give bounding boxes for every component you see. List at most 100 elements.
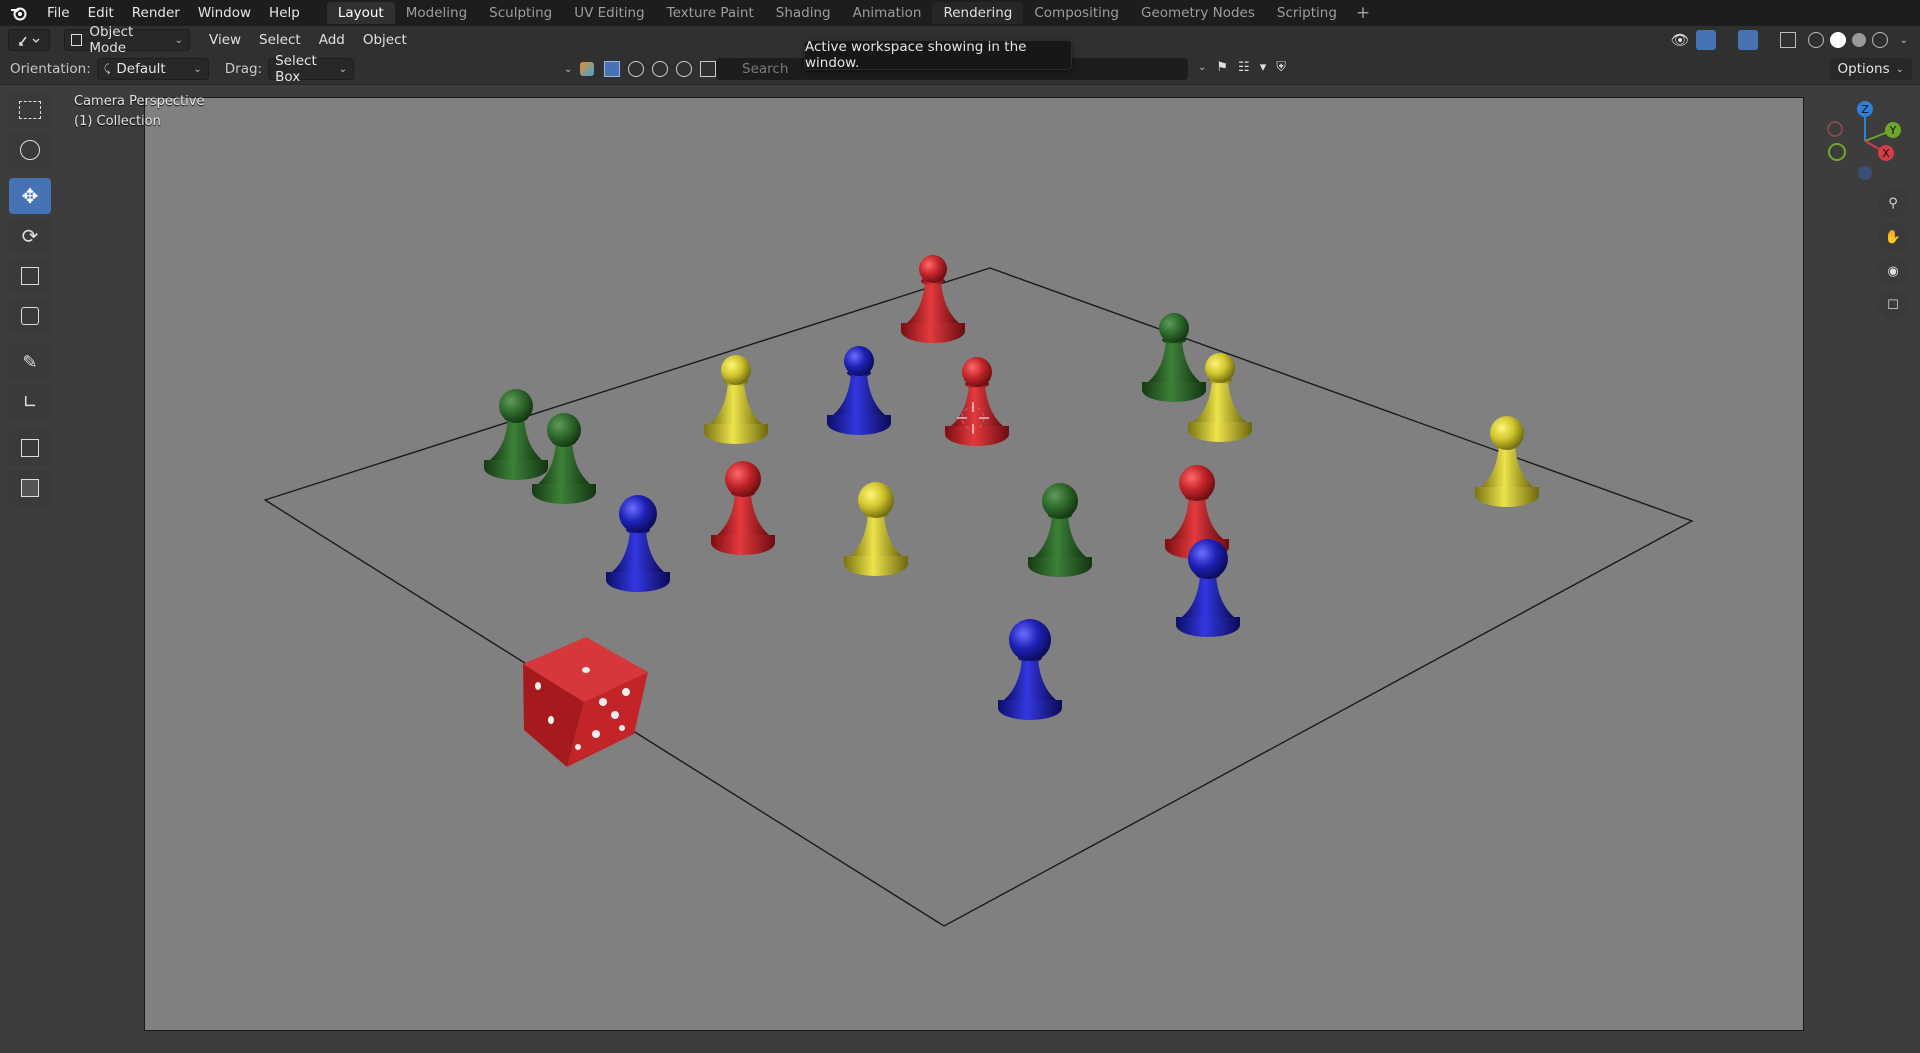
shading-controls: 👁 ⌄ bbox=[1671, 30, 1908, 50]
neg-x-axis-icon[interactable] bbox=[1827, 121, 1843, 137]
pawn-red bbox=[711, 461, 775, 555]
y-axis-label: Y bbox=[1889, 124, 1897, 137]
editor-type-icon bbox=[19, 36, 40, 46]
header-view-menu[interactable]: View bbox=[200, 32, 250, 48]
tab-layout[interactable]: Layout bbox=[326, 2, 395, 24]
select-mode-icon[interactable] bbox=[604, 61, 621, 77]
chevron-down-icon[interactable]: ⌄ bbox=[1198, 62, 1206, 73]
chevron-down-icon: ⌄ bbox=[193, 63, 202, 75]
pawn-red bbox=[945, 357, 1009, 446]
blender-logo-icon[interactable] bbox=[8, 2, 30, 24]
menu-edit[interactable]: Edit bbox=[79, 2, 123, 24]
editor-type-button[interactable] bbox=[8, 29, 50, 51]
annotate-tool[interactable]: ✎ bbox=[9, 344, 51, 380]
filter-controls: ⌄ ⚑ ☷ ▾ ⛨ bbox=[1192, 60, 1286, 75]
pan-button[interactable]: ✋ bbox=[1878, 222, 1908, 252]
camera-frame[interactable] bbox=[144, 97, 1804, 1031]
measure-tool[interactable]: ∟ bbox=[9, 384, 51, 420]
viewport-collection-label: (1) Collection bbox=[74, 114, 161, 129]
pawn-blue bbox=[998, 619, 1062, 720]
hierarchy-icon[interactable]: ☷ bbox=[1238, 60, 1250, 75]
wireframe-shading-icon[interactable] bbox=[1807, 32, 1824, 48]
pawn-yellow bbox=[704, 355, 768, 444]
neg-y-axis-icon[interactable] bbox=[1828, 143, 1846, 161]
scene-render bbox=[263, 255, 1694, 927]
tab-compositing[interactable]: Compositing bbox=[1023, 2, 1130, 24]
header-object-menu[interactable]: Object bbox=[354, 32, 416, 48]
mode-dropdown[interactable]: Object Mode ⌄ bbox=[64, 24, 190, 56]
lock-icon: ☐ bbox=[1887, 297, 1899, 313]
world-icon[interactable] bbox=[676, 61, 693, 77]
menu-render[interactable]: Render bbox=[123, 2, 189, 24]
material-icon[interactable] bbox=[652, 61, 669, 77]
camera-view-button[interactable]: ◉ bbox=[1878, 256, 1908, 286]
orientation-dropdown[interactable]: ⤹ Default ⌄ bbox=[96, 58, 209, 80]
object-mode-icon bbox=[71, 34, 83, 46]
rotate-icon: ⟳ bbox=[21, 224, 39, 248]
rotate-tool[interactable]: ⟳ bbox=[9, 218, 51, 254]
cursor-tool[interactable] bbox=[9, 132, 51, 168]
render-icon[interactable] bbox=[628, 61, 645, 77]
shield-icon[interactable]: ⛨ bbox=[1276, 60, 1286, 75]
move-icon: ✥ bbox=[21, 184, 39, 208]
xray-icon[interactable] bbox=[1779, 32, 1796, 48]
scale-tool[interactable] bbox=[9, 258, 51, 294]
menu-help[interactable]: Help bbox=[260, 2, 309, 24]
transform-tool[interactable] bbox=[9, 298, 51, 334]
select-box-tool[interactable] bbox=[9, 92, 51, 128]
add-cube-icon bbox=[21, 439, 39, 457]
solid-shading-icon[interactable] bbox=[1829, 32, 1846, 48]
tab-shading[interactable]: Shading bbox=[765, 2, 842, 24]
select-box-icon bbox=[19, 101, 41, 119]
tab-sculpting[interactable]: Sculpting bbox=[478, 2, 563, 24]
scene-icon[interactable] bbox=[580, 62, 595, 76]
pencil-icon: ✎ bbox=[22, 351, 38, 373]
drag-dropdown[interactable]: Select Box ⌄ bbox=[268, 53, 355, 85]
add-cube-tool[interactable] bbox=[9, 430, 51, 466]
add-object-tool[interactable] bbox=[9, 470, 51, 506]
pawn-green bbox=[532, 413, 596, 504]
overlay-toggle-icon[interactable] bbox=[1737, 30, 1758, 50]
header-add-menu[interactable]: Add bbox=[310, 32, 354, 48]
tab-geometry-nodes[interactable]: Geometry Nodes bbox=[1130, 2, 1266, 24]
scale-icon bbox=[21, 267, 39, 285]
move-tool[interactable]: ✥ bbox=[9, 178, 51, 214]
gizmo-toggle-icon[interactable] bbox=[1695, 30, 1716, 50]
lock-camera-button[interactable]: ☐ bbox=[1878, 290, 1908, 320]
chevron-down-icon: ⌄ bbox=[338, 63, 348, 75]
tab-rendering[interactable]: Rendering bbox=[932, 2, 1024, 24]
x-axis-label: X bbox=[1882, 147, 1890, 160]
rendered-shading-icon[interactable] bbox=[1871, 32, 1888, 48]
tool-shelf: ✥ ⟳ ✎ ∟ bbox=[6, 92, 54, 510]
hand-icon: ✋ bbox=[1884, 229, 1902, 245]
tooltip: Active workspace showing in the window. bbox=[804, 39, 1072, 71]
material-shading-icon[interactable] bbox=[1851, 33, 1866, 47]
tab-modeling[interactable]: Modeling bbox=[395, 2, 478, 24]
visibility-icon[interactable]: 👁 bbox=[1671, 31, 1690, 49]
pawn-green bbox=[1028, 483, 1092, 577]
menu-file[interactable]: File bbox=[38, 2, 79, 24]
header-select-menu[interactable]: Select bbox=[250, 32, 310, 48]
camera-icon: ◉ bbox=[1887, 263, 1899, 279]
z-axis-label: Z bbox=[1861, 103, 1869, 116]
navigation-gizmo[interactable]: Z Y X bbox=[1820, 96, 1910, 186]
zoom-button[interactable]: ⚲ bbox=[1878, 188, 1908, 218]
tab-texture-paint[interactable]: Texture Paint bbox=[656, 2, 765, 24]
pawn-yellow bbox=[1475, 416, 1539, 507]
options-button[interactable]: Options ⌄ bbox=[1829, 58, 1912, 80]
tab-uv-editing[interactable]: UV Editing bbox=[563, 2, 655, 24]
orientation-value: Default bbox=[116, 61, 166, 77]
chevron-down-icon[interactable]: ⌄ bbox=[564, 64, 572, 75]
bookmark-icon[interactable]: ⚑ bbox=[1216, 60, 1228, 75]
tab-scripting[interactable]: Scripting bbox=[1266, 2, 1348, 24]
cursor-icon bbox=[20, 140, 40, 160]
chevron-down-icon[interactable]: ⌄ bbox=[1900, 35, 1908, 46]
filter-icon[interactable]: ▾ bbox=[1260, 60, 1267, 75]
menu-window[interactable]: Window bbox=[189, 2, 260, 24]
neg-z-axis-icon[interactable] bbox=[1858, 166, 1872, 180]
brush-icon[interactable] bbox=[700, 61, 717, 77]
tab-animation[interactable]: Animation bbox=[842, 2, 933, 24]
add-workspace-button[interactable]: + bbox=[1348, 3, 1378, 23]
red-dice bbox=[523, 637, 648, 767]
transform-icon bbox=[21, 307, 39, 325]
